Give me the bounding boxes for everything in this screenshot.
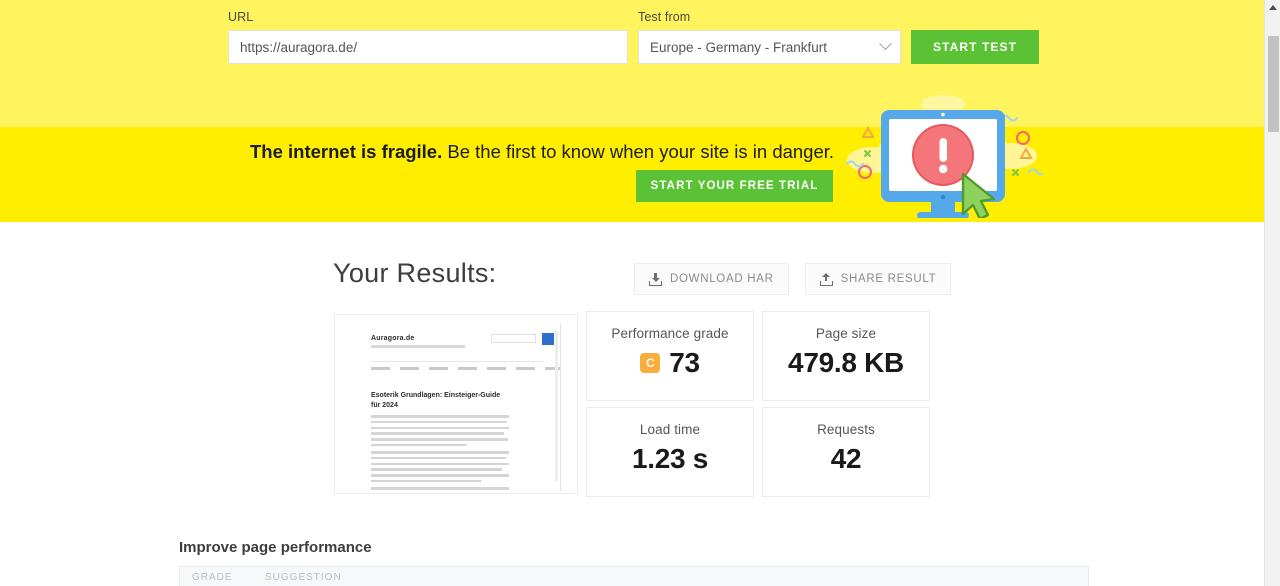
scroll-up-arrow-icon[interactable] [1269,5,1277,10]
suggestions-table-header: GRADE SUGGESTION [179,566,1089,586]
page-scrollbar[interactable] [1264,0,1280,586]
location-field-group: Test from Europe - Germany - Frankfurt [638,10,901,64]
metric-card-performance-grade: Performance grade C 73 [586,311,754,401]
grade-badge: C [640,353,661,373]
upload-icon [819,272,833,286]
test-from-label: Test from [638,10,691,24]
metric-label: Performance grade [611,326,729,341]
location-select-wrapper: Europe - Germany - Frankfurt [638,30,901,64]
thumbnail-nav [371,367,560,370]
metric-value: 1.23 s [631,443,709,474]
metric-label: Requests [817,422,875,437]
column-header-suggestion: SUGGESTION [265,572,342,583]
download-icon [649,272,662,286]
thumbnail-search-button [542,333,554,345]
share-result-button[interactable]: SHARE RESULT [804,263,952,295]
metric-value: 479.8 KB [788,347,904,378]
thumbnail-paragraph-1 [371,415,509,450]
metric-value: 73 [669,347,700,378]
improve-page-performance-title: Improve page performance [179,539,372,556]
promo-headline-bold: The internet is fragile. [250,141,443,162]
page-root: URL Test from Europe - Germany - Frankfu… [0,0,1264,586]
metric-label: Page size [815,326,877,341]
url-field-group: URL [228,10,628,64]
speed-test-form-bar: URL Test from Europe - Germany - Frankfu… [0,0,1264,127]
download-har-button[interactable]: DOWNLOAD HAR [634,263,789,295]
promo-headline: The internet is fragile. Be the first to… [250,141,834,163]
thumbnail-page-render: Auragora.de Esoterik Grundlagen: Einstei… [353,323,561,491]
thumbnail-paragraph-2 [371,451,509,486]
promo-headline-rest: Be the first to know when your site is i… [442,141,835,162]
column-header-grade: GRADE [192,572,233,583]
location-select[interactable]: Europe - Germany - Frankfurt [638,30,901,64]
results-header: Your Results: [333,258,497,289]
thumbnail-site-title: Auragora.de [371,335,415,342]
metric-value-wrap: C 73 [640,347,700,379]
thumbnail-scrollbar [555,331,558,481]
download-har-label: DOWNLOAD HAR [670,273,774,285]
thumbnail-search-box [491,334,536,343]
metric-card-load-time: Load time 1.23 s [586,407,754,497]
share-result-label: SHARE RESULT [840,273,937,285]
thumbnail-paragraph-3 [371,487,509,491]
site-screenshot-thumbnail[interactable]: Auragora.de Esoterik Grundlagen: Einstei… [334,314,578,494]
monitor-alert-illustration [843,88,1046,223]
url-input[interactable] [228,30,628,64]
metric-card-requests: Requests 42 [762,407,930,497]
location-select-value: Europe - Germany - Frankfurt [650,39,828,55]
metric-value: 42 [830,443,862,474]
scrollbar-thumb[interactable] [1267,36,1279,132]
thumbnail-tagline [371,345,465,348]
start-free-trial-button[interactable]: START YOUR FREE TRIAL [636,170,833,202]
metric-card-page-size: Page size 479.8 KB [762,311,930,401]
thumbnail-nav-divider [371,361,543,362]
test-form: URL Test from Europe - Germany - Frankfu… [228,10,1039,64]
thumbnail-article-heading: Esoterik Grundlagen: Einsteiger-Guide fü… [371,392,501,409]
result-actions: DOWNLOAD HAR SHARE RESULT [634,263,952,295]
url-label: URL [228,10,254,24]
metric-label: Load time [639,422,701,437]
start-test-button[interactable]: START TEST [911,30,1039,64]
page-title: Your Results: [333,258,497,288]
